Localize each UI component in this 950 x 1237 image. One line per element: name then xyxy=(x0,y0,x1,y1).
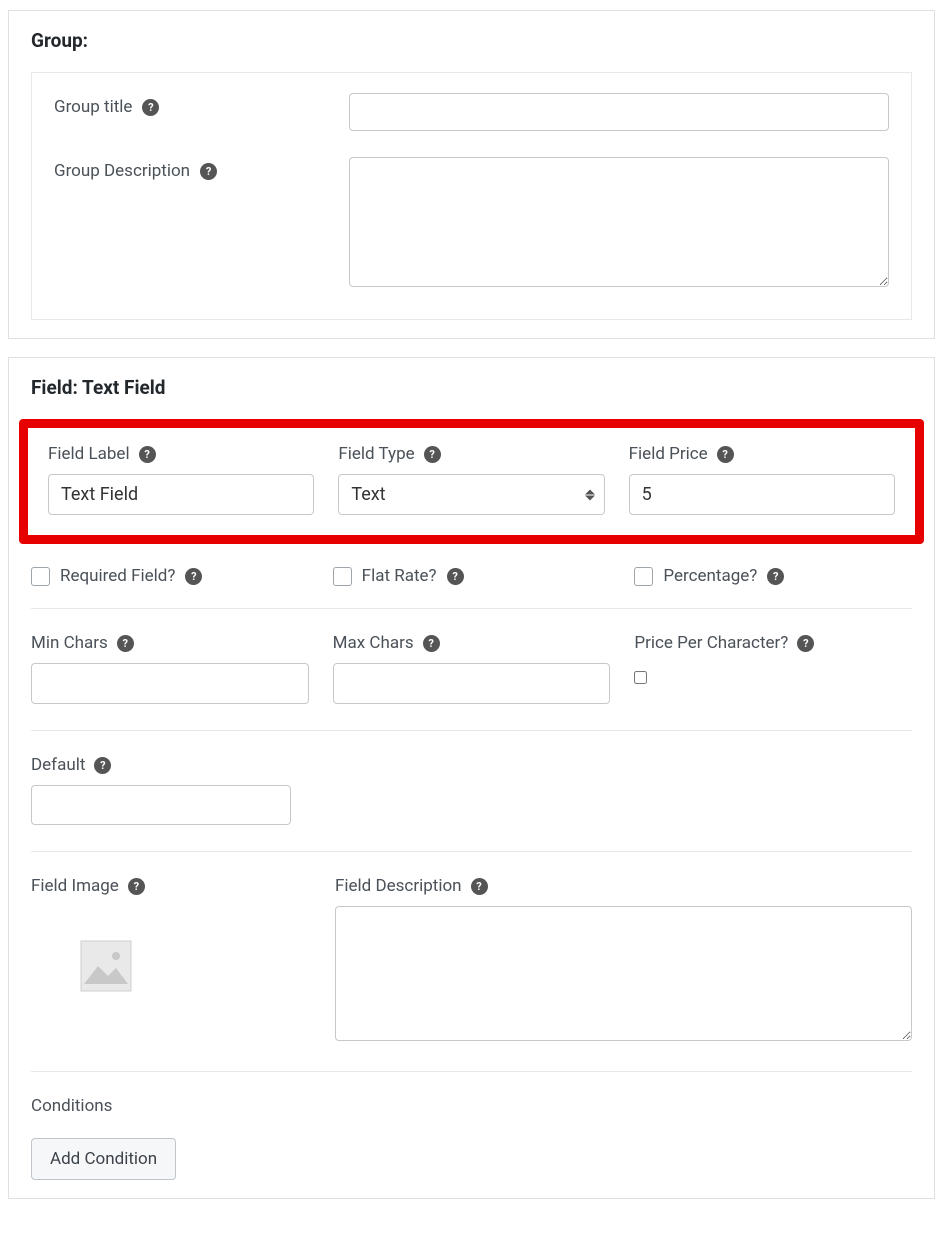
flat-label: Flat Rate? xyxy=(362,566,437,586)
max-chars-input[interactable] xyxy=(333,663,611,704)
field-image-label: Field Image xyxy=(31,876,119,896)
group-title-label: Group title ? xyxy=(54,93,349,117)
percentage-checkbox-wrap[interactable]: Percentage? ? xyxy=(634,566,912,586)
flat-checkbox-wrap[interactable]: Flat Rate? ? xyxy=(333,566,611,586)
help-icon[interactable]: ? xyxy=(717,446,734,463)
field-type-col: Field Type ? Text xyxy=(338,444,604,515)
group-heading: Group: xyxy=(31,29,912,52)
highlighted-row: Field Label ? Field Type ? Text xyxy=(19,419,924,544)
field-price-label: Field Price xyxy=(629,444,708,464)
conditions-section: Conditions Add Condition xyxy=(31,1096,912,1180)
help-icon[interactable]: ? xyxy=(94,757,111,774)
chars-row: Min Chars ? Max Chars ? Price Per Charac… xyxy=(31,633,912,704)
field-type-label: Field Type xyxy=(338,444,414,464)
field-label-input[interactable] xyxy=(48,474,314,515)
group-desc-label-text: Group Description xyxy=(54,161,190,181)
field-price-input[interactable] xyxy=(629,474,895,515)
ppc-checkbox[interactable] xyxy=(634,671,647,684)
add-condition-button[interactable]: Add Condition xyxy=(31,1138,176,1180)
default-label: Default xyxy=(31,755,85,775)
image-placeholder[interactable] xyxy=(31,906,181,1026)
checkbox-row-1: Required Field? ? Flat Rate? ? Percentag… xyxy=(31,566,912,609)
help-icon[interactable]: ? xyxy=(447,568,464,585)
group-title-row: Group title ? xyxy=(54,93,889,131)
field-label-col: Field Label ? xyxy=(48,444,314,515)
help-icon[interactable]: ? xyxy=(767,568,784,585)
image-placeholder-icon xyxy=(80,940,132,992)
field-desc-textarea[interactable] xyxy=(335,906,912,1041)
img-desc-section: Field Image ? Field Description ? xyxy=(31,876,912,1072)
help-icon[interactable]: ? xyxy=(797,635,814,652)
group-desc-label: Group Description ? xyxy=(54,157,349,181)
group-sub-panel: Group title ? Group Description ? xyxy=(31,72,912,320)
required-label: Required Field? xyxy=(60,566,175,586)
group-desc-row: Group Description ? xyxy=(54,157,889,291)
help-icon[interactable]: ? xyxy=(117,635,134,652)
percentage-label: Percentage? xyxy=(663,566,757,586)
group-desc-textarea[interactable] xyxy=(349,157,889,287)
help-icon[interactable]: ? xyxy=(128,878,145,895)
ppc-label: Price Per Character? xyxy=(634,633,788,653)
field-type-select[interactable]: Text xyxy=(338,474,604,515)
min-chars-label: Min Chars xyxy=(31,633,108,653)
required-checkbox[interactable] xyxy=(31,567,50,586)
help-icon[interactable]: ? xyxy=(142,99,159,116)
percentage-checkbox[interactable] xyxy=(634,567,653,586)
group-panel: Group: Group title ? Group Description ? xyxy=(8,10,935,339)
required-checkbox-wrap[interactable]: Required Field? ? xyxy=(31,566,309,586)
help-icon[interactable]: ? xyxy=(139,446,156,463)
help-icon[interactable]: ? xyxy=(424,446,441,463)
conditions-label: Conditions xyxy=(31,1096,912,1116)
group-title-input[interactable] xyxy=(349,93,889,131)
field-heading: Field: Text Field xyxy=(31,376,912,399)
group-title-label-text: Group title xyxy=(54,97,132,117)
field-label-label: Field Label xyxy=(48,444,130,464)
max-chars-label: Max Chars xyxy=(333,633,414,653)
group-desc-input-wrap xyxy=(349,157,889,291)
help-icon[interactable]: ? xyxy=(471,878,488,895)
help-icon[interactable]: ? xyxy=(423,635,440,652)
field-price-col: Field Price ? xyxy=(629,444,895,515)
default-input[interactable] xyxy=(31,785,291,825)
help-icon[interactable]: ? xyxy=(200,163,217,180)
field-panel: Field: Text Field Field Label ? Field Ty… xyxy=(8,357,935,1199)
group-title-input-wrap xyxy=(349,93,889,131)
help-icon[interactable]: ? xyxy=(185,568,202,585)
min-chars-input[interactable] xyxy=(31,663,309,704)
field-desc-label: Field Description xyxy=(335,876,462,896)
default-row: Default ? xyxy=(31,755,912,852)
flat-checkbox[interactable] xyxy=(333,567,352,586)
